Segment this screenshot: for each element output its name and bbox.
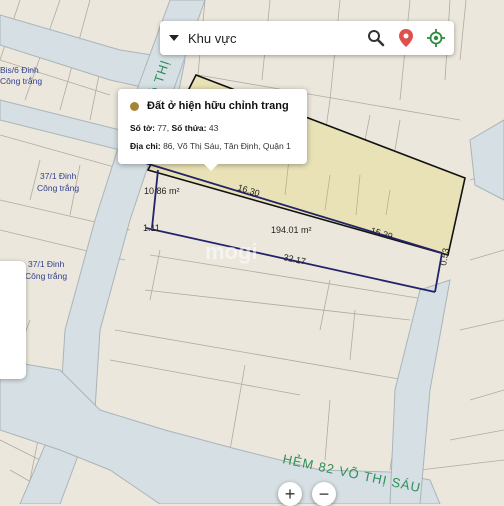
place-label-cong-trang-1: Công trắng [0,76,42,86]
cadastral-map[interactable]: mogi 10.86 m² 194.01 m² 16.30 15.29 32.1… [0,0,504,504]
edge-1-11: 1.11 [143,223,160,233]
region-select-label[interactable]: Khu vực [188,31,364,46]
my-location-icon[interactable] [424,26,448,50]
area-small-label: 10.86 m² [144,186,180,196]
popup-title: Đất ở hiện hữu chỉnh trang [130,100,289,112]
so-to-value: 77 [157,123,167,133]
dia-chi-value: 86, Võ Thị Sáu, Tân Định, Quận 1 [163,141,291,151]
search-bar[interactable]: Khu vực [160,21,454,55]
so-to-label: Số tờ: [130,123,155,133]
popup-row-dia-chi: Địa chỉ: 86, Võ Thị Sáu, Tân Định, Quận … [130,141,291,151]
area-main-label: 194.01 m² [271,225,312,235]
watermark: mogi [205,239,258,264]
place-label-37-1-b: 37/1 Đinh [28,259,65,269]
place-label-37-1-a: 37/1 Đinh [40,171,77,181]
place-label-bis6: Bis/6 Đinh [0,65,39,75]
side-panel-card[interactable] [0,261,26,379]
so-thua-label: Số thửa: [171,123,207,133]
location-pin-icon[interactable] [394,26,418,50]
caret-down-icon[interactable] [169,35,179,41]
so-thua-value: 43 [208,123,219,133]
parcel-info-popup: Đất ở hiện hữu chỉnh trang Số tờ: 77, Số… [118,89,307,171]
zoom-in-button[interactable]: + [278,482,302,506]
dia-chi-label: Địa chỉ: [130,141,161,151]
land-type-dot-icon [130,101,139,111]
place-label-cong-trang-3: Công trắng [25,271,67,281]
zoom-out-button[interactable]: − [312,482,336,506]
popup-row-so-to: Số tờ: 77, Số thửa: 43 [130,123,219,133]
place-label-cong-trang-2: Công trắng [37,183,79,193]
land-type-title: Đất ở hiện hữu chỉnh trang [147,100,289,112]
search-icon[interactable] [364,26,388,50]
